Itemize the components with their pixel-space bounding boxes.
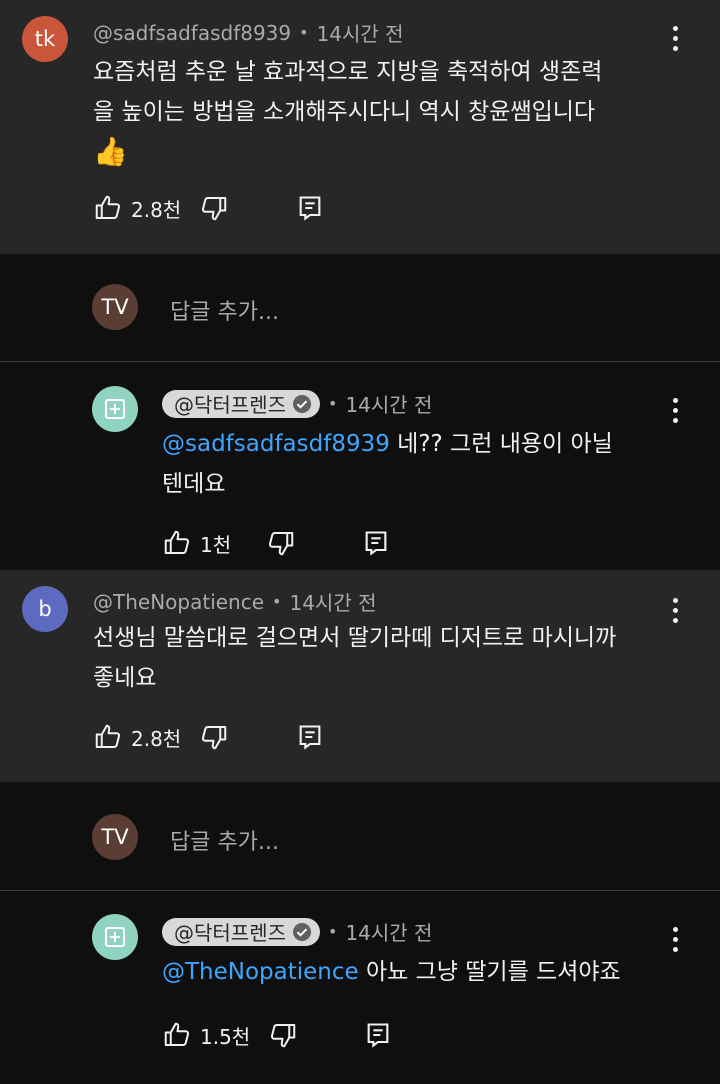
avatar[interactable]	[92, 386, 138, 432]
reply-actions: 1.5천	[162, 1020, 392, 1050]
author-name[interactable]: @TheNopatience	[93, 590, 264, 614]
dot-separator: •	[328, 922, 338, 941]
comment-actions: 2.8천	[93, 722, 324, 752]
comment-header: @sadfsadfasdf8939 • 14시간 전	[93, 18, 404, 47]
dislike-icon[interactable]	[199, 722, 229, 752]
mention-link[interactable]: @TheNopatience	[162, 959, 359, 985]
reply-icon[interactable]	[362, 529, 390, 557]
comment-actions: 2.8천	[93, 193, 324, 223]
thumbs-up-emoji: 👍	[93, 135, 128, 168]
dot-separator: •	[272, 592, 282, 611]
avatar[interactable]: b	[22, 586, 68, 632]
comment-text: 요즘처럼 추운 날 효과적으로 지방을 축적하여 생존력 을 높이는 방법을 소…	[93, 52, 602, 172]
reply-text: @sadfsadfasdf8939 네?? 그런 내용이 아닐 텐데요	[162, 431, 613, 497]
comment-text: 선생님 말씀대로 걸으면서 딸기라떼 디저트로 마시니까 좋네요	[93, 625, 617, 691]
comment-card: b @TheNopatience • 14시간 전 선생님 말씀대로 걸으면서 …	[0, 570, 720, 782]
clinic-logo-icon	[105, 927, 125, 947]
verified-icon	[292, 922, 312, 942]
reply-card: @닥터프렌즈 • 14시간 전 @TheNopatience 아뇨 그냥 딸기를…	[0, 891, 720, 1084]
reply-icon[interactable]	[296, 194, 324, 222]
more-options-icon[interactable]	[672, 398, 678, 423]
like-icon[interactable]	[162, 1020, 192, 1050]
dot-separator: •	[299, 23, 309, 42]
like-count: 1천	[200, 532, 232, 557]
add-reply-input[interactable]: 답글 추가...	[170, 294, 279, 326]
reply-text: @TheNopatience 아뇨 그냥 딸기를 드셔야죠	[162, 959, 621, 985]
dislike-icon[interactable]	[268, 1020, 298, 1050]
like-icon[interactable]	[162, 528, 192, 558]
add-reply-input[interactable]: 답글 추가...	[170, 824, 279, 856]
add-reply-row[interactable]: TV 답글 추가...	[0, 782, 720, 890]
timestamp[interactable]: 14시간 전	[345, 917, 432, 946]
add-reply-row[interactable]: TV 답글 추가...	[0, 254, 720, 361]
dislike-icon[interactable]	[266, 528, 296, 558]
avatar[interactable]	[92, 914, 138, 960]
avatar: TV	[92, 814, 138, 860]
like-count: 1.5천	[200, 1024, 251, 1049]
more-options-icon[interactable]	[672, 26, 678, 51]
reply-actions: 1천	[162, 528, 390, 558]
like-icon[interactable]	[93, 193, 123, 223]
like-icon[interactable]	[93, 722, 123, 752]
avatar: TV	[92, 284, 138, 330]
like-count: 2.8천	[131, 726, 182, 751]
comment-header: @TheNopatience • 14시간 전	[93, 587, 376, 616]
clinic-logo-icon	[105, 399, 125, 419]
reply-card: @닥터프렌즈 • 14시간 전 @sadfsadfasdf8939 네?? 그런…	[0, 362, 720, 568]
reply-icon[interactable]	[296, 723, 324, 751]
more-options-icon[interactable]	[672, 927, 678, 952]
timestamp[interactable]: 14시간 전	[289, 587, 376, 616]
verified-icon	[292, 394, 312, 414]
comment-card: tk @sadfsadfasdf8939 • 14시간 전 요즘처럼 추운 날 …	[0, 0, 720, 254]
reply-header: @닥터프렌즈 • 14시간 전	[162, 389, 432, 418]
dislike-icon[interactable]	[199, 193, 229, 223]
author-badge[interactable]: @닥터프렌즈	[162, 917, 320, 946]
reply-icon[interactable]	[364, 1021, 392, 1049]
timestamp[interactable]: 14시간 전	[345, 389, 432, 418]
author-name[interactable]: @sadfsadfasdf8939	[93, 21, 291, 45]
mention-link[interactable]: @sadfsadfasdf8939	[162, 431, 390, 457]
timestamp[interactable]: 14시간 전	[317, 18, 404, 47]
avatar[interactable]: tk	[22, 16, 68, 62]
more-options-icon[interactable]	[672, 598, 678, 623]
like-count: 2.8천	[131, 197, 182, 222]
reply-header: @닥터프렌즈 • 14시간 전	[162, 917, 432, 946]
dot-separator: •	[328, 394, 338, 413]
author-badge[interactable]: @닥터프렌즈	[162, 389, 320, 418]
